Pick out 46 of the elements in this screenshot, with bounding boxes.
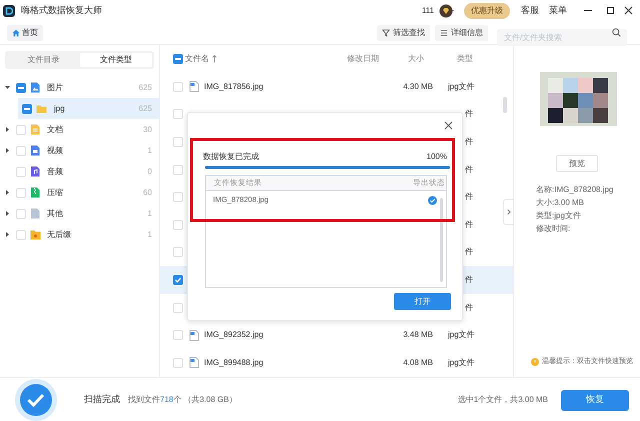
tree-label: 压缩 (47, 186, 63, 198)
tree-label: 文档 (47, 124, 63, 136)
file-type: 件 (465, 191, 473, 204)
file-type: 件 (465, 136, 473, 148)
item-count: 625 (138, 82, 152, 94)
file-size: 4.08 MB (402, 356, 433, 369)
item-count: 60 (143, 186, 152, 198)
file-type: 件 (465, 246, 473, 258)
item-count: 0 (148, 166, 152, 178)
dialog-title: 数据恢复已完成 (203, 151, 259, 163)
file-name: IMG_892352.jpg (204, 329, 264, 342)
file-info: 大小:3.00 MB (536, 197, 586, 209)
file-name: IMG_817856.jpg (204, 80, 264, 93)
file-type: 件 (465, 108, 473, 120)
file-type: 件 (465, 302, 473, 314)
tree-label: 视频 (47, 144, 63, 156)
file-type: 件 (465, 164, 473, 176)
file-type: jpg文件 (448, 80, 475, 93)
tree-label: 其他 (47, 208, 63, 220)
tree-label: 无后缀 (47, 228, 71, 240)
scan-status: 扫描完成 (84, 393, 120, 406)
found-total: 个 （共3.08 GB） (173, 394, 237, 406)
found-label: 找到文件 (128, 394, 160, 406)
found-count: 718 (160, 394, 174, 406)
item-count: 1 (148, 144, 152, 156)
window-title: 嗨格式数据恢复大师 (21, 4, 102, 17)
tree-label: 音频 (47, 166, 63, 178)
file-type: 件 (465, 218, 473, 231)
file-info: 名称:IMG_878208.jpg (536, 184, 614, 196)
file-info: 修改时间: (536, 223, 572, 235)
file-type: 件 (465, 274, 473, 286)
file-type: jpg文件 (448, 329, 475, 342)
item-count: 1 (148, 208, 152, 220)
progress-percent: 100% (426, 151, 447, 163)
item-count: 1 (148, 228, 152, 240)
file-info: 类型:jpg文件 (536, 210, 582, 222)
file-name: IMG_899488.jpg (204, 356, 264, 369)
tree-label: jpg (54, 102, 65, 114)
file-type: jpg文件 (448, 356, 475, 369)
selection-summary: 选中1个文件，共3.00 MB (458, 394, 548, 406)
user-id: 111 (422, 4, 434, 16)
item-count: 625 (138, 102, 152, 114)
tree-label: 图片 (47, 82, 63, 94)
file-size: 3.48 MB (402, 329, 433, 342)
file-size: 4.30 MB (402, 80, 433, 93)
item-count: 30 (143, 124, 152, 136)
